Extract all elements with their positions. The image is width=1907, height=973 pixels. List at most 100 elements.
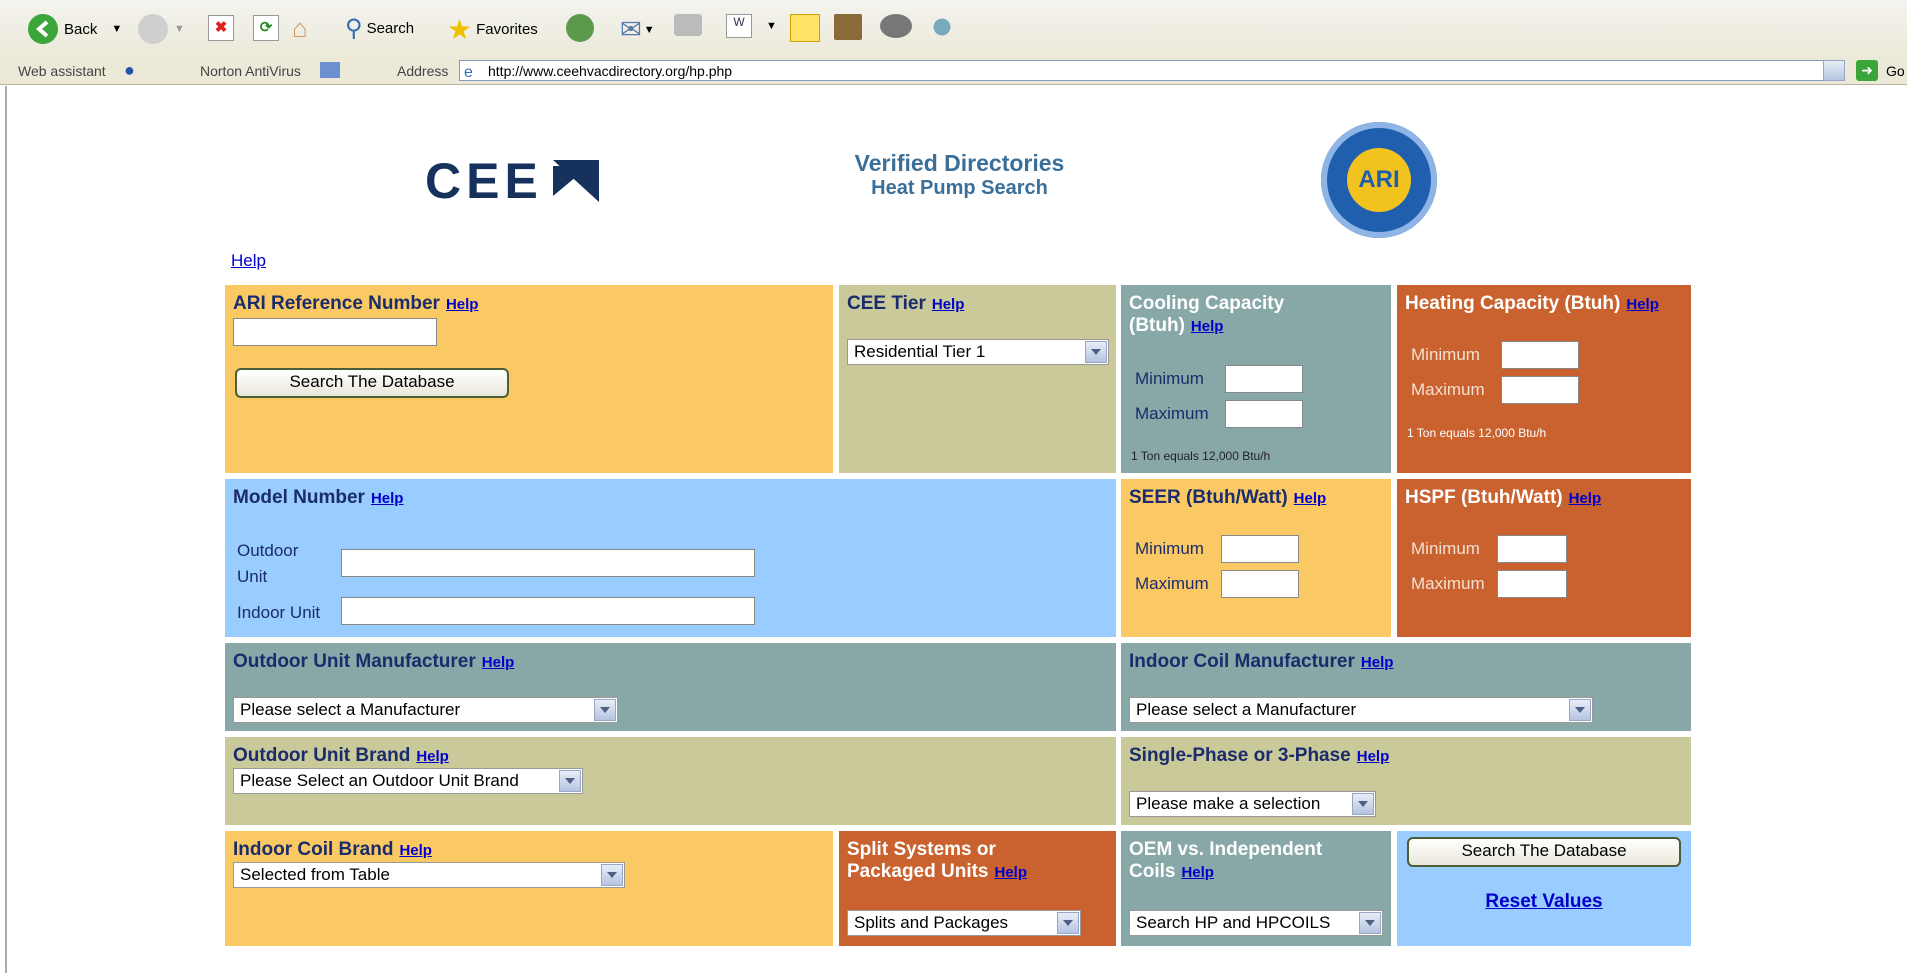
outdoor-brand-selected: Please Select an Outdoor Unit Brand <box>240 771 519 790</box>
cooling-capacity-title: Cooling Capacity <box>1129 293 1285 314</box>
split-systems-title-line2: Packaged Units <box>847 861 989 882</box>
heating-max-input[interactable] <box>1501 376 1579 404</box>
chevron-down-icon[interactable]: ▼ <box>174 23 185 35</box>
outdoor-manufacturer-panel: Outdoor Unit Manufacturer Help Please sel… <box>225 643 1116 731</box>
chevron-down-icon[interactable] <box>1569 699 1591 721</box>
chevron-down-icon[interactable]: ▼ <box>644 24 655 36</box>
cee-tier-help-link[interactable]: Help <box>932 296 965 313</box>
cooling-max-input[interactable] <box>1225 400 1303 428</box>
split-systems-select[interactable]: Splits and Packages <box>847 910 1081 936</box>
refresh-button[interactable]: ⟳ <box>253 15 279 41</box>
outdoor-unit-label-line1: Outdoor <box>237 541 299 560</box>
search-database-button-bottom[interactable]: Search The Database <box>1407 837 1681 867</box>
norton-label[interactable]: Norton AntiVirus <box>200 63 301 79</box>
go-arrow-icon[interactable]: ➜ <box>1856 60 1878 81</box>
reset-values-link[interactable]: Reset Values <box>1397 891 1691 913</box>
discuss-button[interactable] <box>880 14 912 38</box>
heating-capacity-panel: Heating Capacity (Btuh) Help Minimum Maxi… <box>1397 285 1691 473</box>
split-systems-help-link[interactable]: Help <box>995 864 1028 881</box>
chevron-down-icon[interactable] <box>1057 912 1079 934</box>
indoor-manufacturer-help-link[interactable]: Help <box>1361 654 1394 671</box>
phase-select[interactable]: Please make a selection <box>1129 791 1376 817</box>
print-button[interactable] <box>674 14 702 36</box>
heating-capacity-help-link[interactable]: Help <box>1626 296 1659 313</box>
forward-button[interactable]: ▼ <box>138 14 185 44</box>
globe-icon[interactable]: ● <box>124 60 135 81</box>
outdoor-brand-help-link[interactable]: Help <box>416 748 449 765</box>
cooling-capacity-help-link[interactable]: Help <box>1191 318 1224 335</box>
indoor-manufacturer-panel: Indoor Coil Manufacturer Help Please sele… <box>1121 643 1691 731</box>
ari-seal-center: ARI <box>1347 148 1411 212</box>
seer-panel: SEER (Btuh/Watt) Help Minimum Maximum <box>1121 479 1391 637</box>
page-help-link[interactable]: Help <box>231 251 266 271</box>
hspf-min-input[interactable] <box>1497 535 1567 563</box>
indoor-brand-select[interactable]: Selected from Table <box>233 862 625 888</box>
chevron-down-icon[interactable]: ▼ <box>111 23 122 35</box>
seer-help-link[interactable]: Help <box>1294 490 1327 507</box>
hspf-help-link[interactable]: Help <box>1569 490 1602 507</box>
page-subtitle: Heat Pump Search <box>871 177 1048 199</box>
favorites-button[interactable]: ★ Favorites <box>447 13 538 46</box>
chevron-down-icon[interactable] <box>1352 793 1374 815</box>
chevron-down-icon[interactable] <box>1359 912 1381 934</box>
note-icon <box>790 14 820 42</box>
address-dropdown-icon[interactable] <box>1823 60 1845 81</box>
go-label[interactable]: Go <box>1886 63 1905 79</box>
phase-help-link[interactable]: Help <box>1357 748 1390 765</box>
notes-button[interactable] <box>790 14 820 42</box>
oem-select[interactable]: Search HP and HPCOILS <box>1129 910 1383 936</box>
norton-icon[interactable] <box>320 62 340 78</box>
search-database-button-top[interactable]: Search The Database <box>235 368 509 398</box>
indoor-brand-help-link[interactable]: Help <box>399 842 432 859</box>
indoor-unit-model-input[interactable] <box>341 597 755 625</box>
chevron-down-icon[interactable] <box>594 699 616 721</box>
mail-button[interactable]: ✉ ▼ <box>620 14 655 45</box>
outdoor-manufacturer-title: Outdoor Unit Manufacturer <box>233 651 476 672</box>
phase-title: Single-Phase or 3-Phase <box>1129 745 1351 766</box>
address-url: http://www.ceehvacdirectory.org/hp.php <box>488 63 733 79</box>
chevron-down-icon[interactable] <box>1085 341 1107 363</box>
cooling-min-input[interactable] <box>1225 365 1303 393</box>
outdoor-unit-model-input[interactable] <box>341 549 755 577</box>
edit-button[interactable]: W ▼ <box>726 14 777 38</box>
search-button[interactable]: ⚲ Search <box>345 14 414 43</box>
heating-max-label: Maximum <box>1411 380 1485 399</box>
indoor-manufacturer-select[interactable]: Please select a Manufacturer <box>1129 697 1593 723</box>
mail-icon: ✉ <box>620 14 642 44</box>
cee-logo-mark <box>552 160 599 202</box>
web-assistant-label[interactable]: Web assistant <box>18 63 106 79</box>
seer-max-label: Maximum <box>1135 574 1209 593</box>
seer-min-input[interactable] <box>1221 535 1299 563</box>
back-button[interactable]: Back ▼ <box>28 14 122 44</box>
printer-icon <box>674 14 702 36</box>
cee-tier-select[interactable]: Residential Tier 1 <box>847 339 1109 365</box>
model-number-help-link[interactable]: Help <box>371 490 404 507</box>
favorites-label: Favorites <box>476 21 538 38</box>
chevron-down-icon[interactable]: ▼ <box>766 20 777 32</box>
hspf-panel: HSPF (Btuh/Watt) Help Minimum Maximum <box>1397 479 1691 637</box>
hspf-max-input[interactable] <box>1497 570 1567 598</box>
outdoor-manufacturer-help-link[interactable]: Help <box>482 654 515 671</box>
search-icon: ⚲ <box>345 15 363 42</box>
stop-button[interactable]: ✖ <box>208 15 234 41</box>
cee-logo-text: CEE <box>425 153 543 209</box>
history-button[interactable] <box>566 14 594 42</box>
outdoor-brand-title: Outdoor Unit Brand <box>233 745 411 766</box>
back-label: Back <box>64 20 98 38</box>
address-input[interactable]: e http://www.ceehvacdirectory.org/hp.php <box>459 60 1830 81</box>
outdoor-brand-select[interactable]: Please Select an Outdoor Unit Brand <box>233 768 583 794</box>
cooling-max-label: Maximum <box>1135 404 1209 423</box>
history-icon <box>566 14 594 42</box>
chevron-down-icon[interactable] <box>559 770 581 792</box>
heating-min-input[interactable] <box>1501 341 1579 369</box>
ari-reference-input[interactable] <box>233 318 437 346</box>
research-button[interactable] <box>834 14 862 40</box>
oem-help-link[interactable]: Help <box>1181 864 1214 881</box>
seer-max-input[interactable] <box>1221 570 1299 598</box>
chevron-down-icon[interactable] <box>601 864 623 886</box>
heating-min-label: Minimum <box>1411 345 1480 364</box>
home-button[interactable]: ⌂ <box>292 13 308 44</box>
messenger-button[interactable] <box>926 14 958 40</box>
outdoor-manufacturer-select[interactable]: Please select a Manufacturer <box>233 697 618 723</box>
ari-reference-help-link[interactable]: Help <box>446 296 479 313</box>
